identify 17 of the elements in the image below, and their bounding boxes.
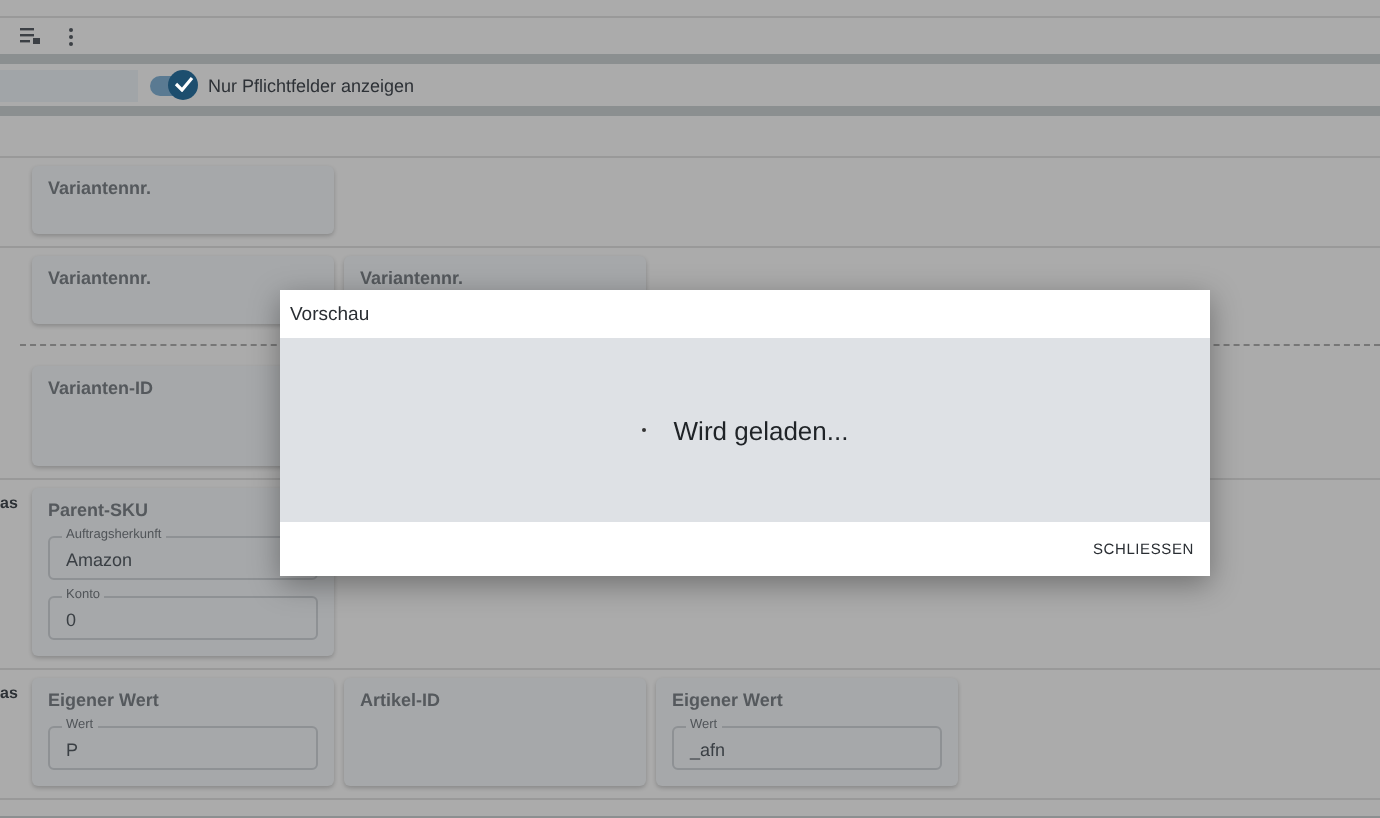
card-title: Eigener Wert — [48, 690, 161, 710]
section-label: as — [0, 494, 18, 512]
field-value: Amazon — [66, 548, 133, 570]
card-title: Variantennr. — [360, 268, 466, 288]
card-title: Artikel-ID — [360, 690, 443, 710]
field-value: P — [66, 738, 79, 760]
card-title: Eigener Wert — [672, 690, 785, 710]
field-value: 0 — [66, 608, 77, 630]
toggle-label: Nur Pflichtfelder anzeigen — [208, 75, 415, 95]
card-title: Variantennr. — [48, 178, 154, 198]
card-title: Parent-SKU — [48, 500, 151, 520]
card-title: Variantennr. — [48, 268, 154, 288]
field-value: _afn — [690, 738, 726, 760]
section-label: as — [0, 684, 18, 702]
dialog-title: Vorschau — [290, 303, 370, 325]
card-title: Varianten-ID — [48, 378, 156, 398]
loading-message: Wird geladen... — [673, 415, 849, 445]
